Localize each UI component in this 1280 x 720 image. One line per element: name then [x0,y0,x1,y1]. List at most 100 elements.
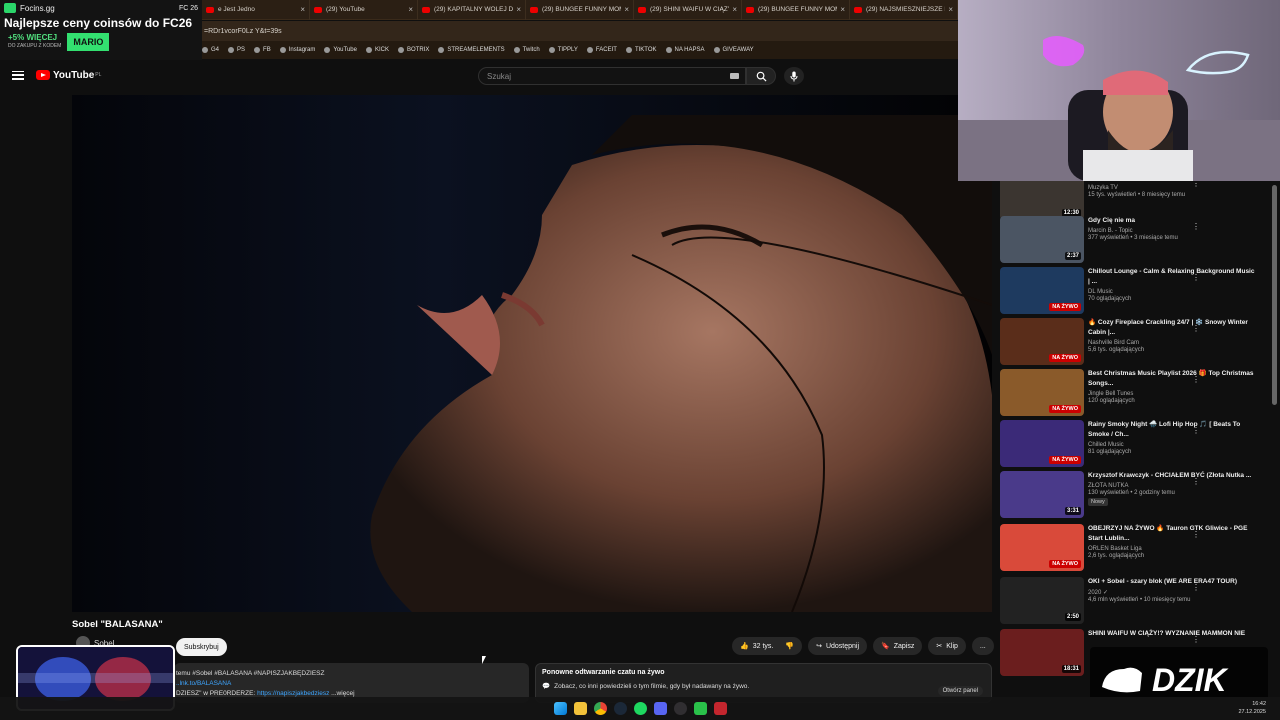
like-button[interactable]: 👍 32 tys. 👎 [732,637,803,655]
chrome-icon[interactable] [593,702,607,715]
video-thumbnail[interactable]: NA ŻYWO [1000,524,1084,571]
video-thumbnail[interactable]: 18:31 [1000,629,1084,676]
bookmark-item[interactable]: FB [254,47,271,53]
channel-name-text[interactable]: Chilled Music [1088,442,1258,448]
kebab-menu-icon[interactable]: ⋮ [1192,324,1200,333]
video-thumbnail[interactable]: NA ŻYWO [1000,318,1084,365]
bookmark-item[interactable]: G4 [202,47,219,53]
bookmark-item[interactable]: TIKTOK [625,47,657,53]
recommended-video[interactable]: 3:31 Krzysztof Krawczyk - CHCIAŁEM BYĆ (Z… [1000,471,1270,521]
close-tab-icon[interactable]: × [408,5,413,14]
video-title-text[interactable]: Krzysztof Krawczyk - CHCIAŁEM BYĆ (Złota… [1088,471,1258,481]
channel-name-text[interactable]: 2020 ✓ [1088,589,1258,596]
close-tab-icon[interactable]: × [516,5,521,14]
bookmark-item[interactable]: KICK [365,47,389,53]
obs-icon[interactable] [673,702,687,715]
menu-icon[interactable] [12,70,24,80]
clip-button[interactable]: ✂ Klip [928,637,966,655]
video-title-text[interactable]: Chillout Lounge - Calm & Relaxing Backgr… [1088,267,1258,287]
recommended-video[interactable]: NA ŻYWO OBEJRZYJ NA ŻYWO 🔥 Tauron GTK Gli… [1000,524,1270,574]
video-thumbnail[interactable]: 12:30 [1000,181,1084,220]
video-title-text[interactable]: OKI + Sobel - szary blok (WE ARE ERA47 T… [1088,577,1258,587]
save-button[interactable]: 🔖 Zapisz [873,637,923,655]
discord-icon[interactable] [653,702,667,715]
youtube-logo[interactable]: YouTube PL [36,70,101,81]
file-explorer-icon[interactable] [573,702,587,715]
video-thumbnail[interactable]: 3:31 [1000,471,1084,518]
video-title-text[interactable]: 🔥 Cozy Fireplace Crackling 24/7 | ❄️ Sno… [1088,318,1258,338]
video-title-text[interactable]: Gdy Cię nie ma [1088,216,1258,226]
spotify-icon[interactable] [633,702,647,715]
kebab-menu-icon[interactable]: ⋮ [1192,477,1200,486]
kebab-menu-icon[interactable]: ⋮ [1192,530,1200,539]
kebab-menu-icon[interactable]: ⋮ [1192,583,1200,592]
channel-name-text[interactable]: ORLEN Basket Liga [1088,546,1258,552]
browser-tab[interactable]: (29) BUNGEE FUNNY MOMENT× [526,0,634,20]
video-player[interactable] [72,95,992,612]
video-thumbnail[interactable]: NA ŻYWO [1000,420,1084,467]
app-icon[interactable] [693,702,707,715]
kebab-menu-icon[interactable]: ⋮ [1192,222,1200,231]
video-title-text[interactable]: (REAKCJA) [1088,181,1258,183]
shield-icon[interactable] [713,702,727,715]
close-tab-icon[interactable]: × [948,5,953,14]
recommended-video[interactable]: 2:50 OKI + Sobel - szary blok (WE ARE ERA… [1000,577,1270,627]
bookmark-item[interactable]: PS [228,47,245,53]
more-actions-button[interactable]: ... [971,637,994,655]
recommended-video[interactable]: 2:37 Gdy Cię nie ma Marcin B. - Topic 377 w… [1000,216,1270,266]
browser-tab[interactable]: (29) BUNGEE FUNNY MOMENT× [742,0,850,20]
recommended-video[interactable]: NA ŻYWO Rainy Smoky Night 🌧️ Lofi Hip Hop… [1000,420,1270,470]
scrollbar[interactable] [1272,185,1277,405]
bookmark-item[interactable]: STREAMELEMENTS [438,47,505,53]
video-title-text[interactable]: Rainy Smoky Night 🌧️ Lofi Hip Hop 🎵 [ Be… [1088,420,1258,440]
bookmark-item[interactable]: Twitch [513,47,540,53]
system-clock[interactable]: 16:42 27.12.2025 [1238,700,1266,716]
browser-tab[interactable]: (29) KAPITALNY WOLEJ DORG× [418,0,526,20]
open-panel-button[interactable]: Otwórz panel [937,686,983,696]
bookmark-item[interactable]: Instagram [279,47,315,53]
browser-tab[interactable]: (29) NAJŚMIESZNIEJSZE MOM× [850,0,958,20]
video-thumbnail[interactable]: NA ŻYWO [1000,369,1084,416]
channel-name-text[interactable]: Nashville Bird Cam [1088,340,1258,346]
browser-tab[interactable]: e Jest Jedno × [202,0,310,20]
address-bar[interactable]: =RDr1vcorF0Lz Y&t=39s [202,21,958,41]
kebab-menu-icon[interactable]: ⋮ [1192,426,1200,435]
bookmark-item[interactable]: NA HAPSA [665,47,705,53]
kebab-menu-icon[interactable]: ⋮ [1192,181,1200,188]
channel-name-text[interactable]: Muzyka TV [1088,185,1258,191]
voice-search-button[interactable] [784,67,804,85]
video-title-text[interactable]: OBEJRZYJ NA ŻYWO 🔥 Tauron GTK Gliwice - … [1088,524,1258,544]
close-tab-icon[interactable]: × [624,5,629,14]
channel-name-text[interactable]: ZŁOTA NUTKA [1088,483,1258,489]
steam-icon[interactable] [613,702,627,715]
channel-name-text[interactable]: Marcin B. - Topic [1088,228,1258,234]
share-button[interactable]: ↪ Udostępnij [808,637,868,655]
bookmark-item[interactable]: BOTRIX [397,47,429,53]
preorder-link[interactable]: https://napiszjakbedziesz [257,690,329,697]
kebab-menu-icon[interactable]: ⋮ [1192,273,1200,282]
recommended-video[interactable]: NA ŻYWO Best Christmas Music Playlist 202… [1000,369,1270,419]
bookmark-item[interactable]: FACEIT [586,47,617,53]
browser-tab[interactable]: (29) YouTube × [310,0,418,20]
show-more-link[interactable]: ...więcej [331,690,354,697]
bookmark-item[interactable]: YouTube [324,47,357,53]
windows-start-icon[interactable] [553,702,567,715]
recommended-video[interactable]: NA ŻYWO 🔥 Cozy Fireplace Crackling 24/7 |… [1000,318,1270,368]
keyboard-icon[interactable] [730,73,739,79]
kebab-menu-icon[interactable]: ⋮ [1192,635,1200,644]
thumbs-down-icon[interactable]: 👎 [785,642,794,650]
kebab-menu-icon[interactable]: ⋮ [1192,375,1200,384]
close-tab-icon[interactable]: × [732,5,737,14]
video-title-text[interactable]: Best Christmas Music Playlist 2026 🎁 Top… [1088,369,1258,389]
description-link[interactable]: ..lnk.to/BALASANA [176,679,529,689]
subscribe-button[interactable]: Subskrybuj [176,638,227,656]
close-tab-icon[interactable]: × [300,5,305,14]
video-thumbnail[interactable]: 2:50 [1000,577,1084,624]
search-input[interactable]: Szukaj [478,67,746,85]
video-title-text[interactable]: SHINI WAIFU W CIĄŻY!? WYZNANIE MAMMON NI… [1088,629,1258,639]
video-thumbnail[interactable]: 2:37 [1000,216,1084,263]
channel-name-text[interactable]: Jingle Bell Tunes [1088,391,1258,397]
close-tab-icon[interactable]: × [840,5,845,14]
recommended-video[interactable]: NA ŻYWO Chillout Lounge - Calm & Relaxing… [1000,267,1270,317]
search-button[interactable] [746,67,776,85]
